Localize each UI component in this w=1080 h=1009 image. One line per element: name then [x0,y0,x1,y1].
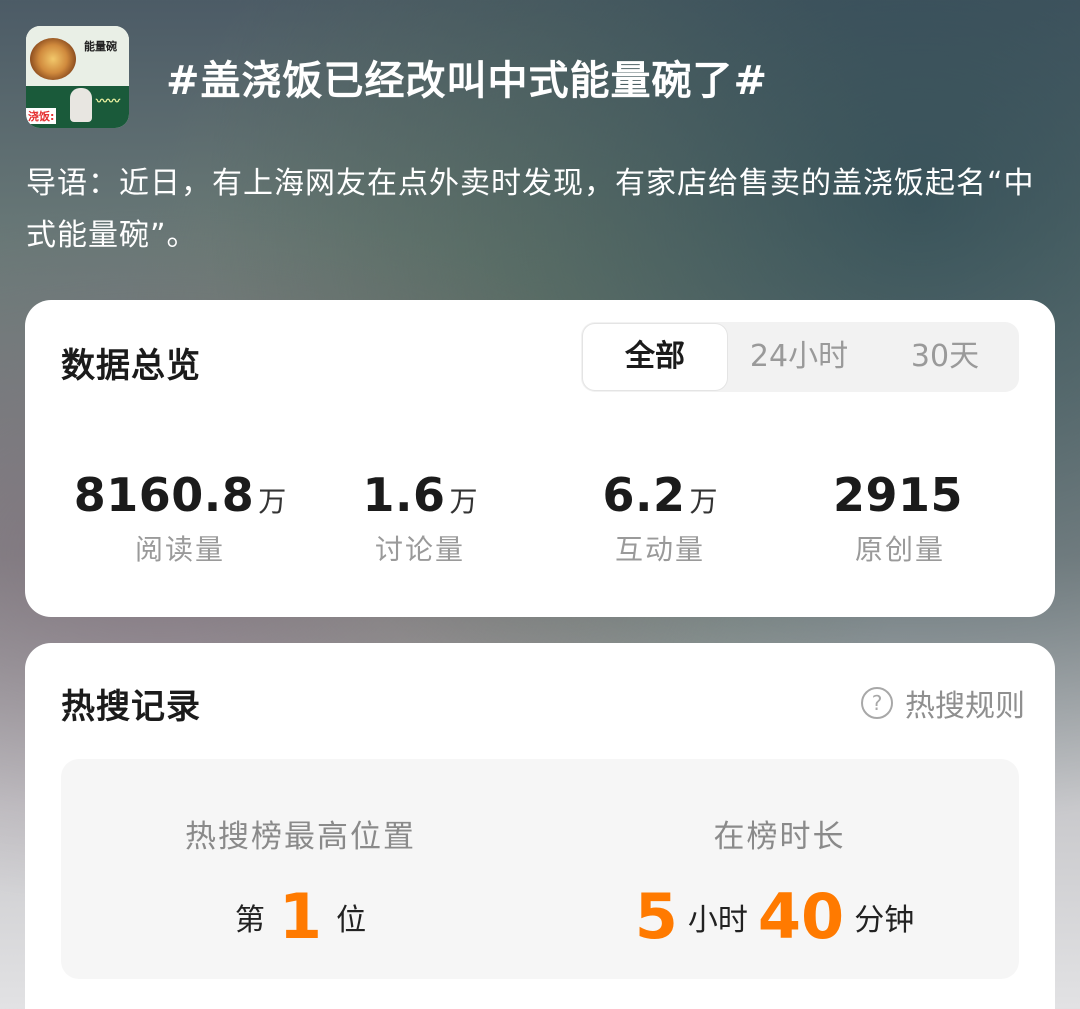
rice-bowl-image [30,38,76,80]
hot-search-record-panel: 热搜榜最高位置 第1位 在榜时长 5 小时 40 分钟 [61,759,1019,979]
thumbnail-red-text: 浇饭: [26,108,57,124]
tab-30d[interactable]: 30天 [871,322,1019,392]
time-on-list: 在榜时长 5 小时 40 分钟 [540,759,1019,953]
time-range-tabs: 全部 24小时 30天 [581,322,1019,392]
question-circle-icon: ? [861,687,893,719]
thumbnail-label: 能量碗 [84,40,117,53]
stat-value: 8160.8 [73,468,255,522]
duration-hours: 5 [634,880,678,953]
topic-intro: 导语：近日，有上海网友在点外卖时发现，有家店给售卖的盖浇饭起名“中式能量碗”。 [26,166,1035,253]
data-overview-card: 数据总览 全部 24小时 30天 8160.8 万 阅读量 1.6 万 讨论量 6.… [25,300,1055,617]
duration-minutes: 40 [757,880,845,953]
rules-label: 热搜规则 [905,689,1025,724]
cat-image [70,88,92,122]
tab-24h[interactable]: 24小时 [729,322,869,392]
stat-unit: 万 [689,485,718,518]
stat-label: 原创量 [854,533,945,566]
duration-label: 在榜时长 [713,819,846,855]
stat-label: 互动量 [614,533,705,566]
stat-unit: 万 [258,485,287,518]
hot-search-card: 热搜记录 ? 热搜规则 热搜榜最高位置 第1位 在榜时长 5 小时 40 分钟 [25,643,1055,1009]
stat-unit: 万 [449,485,478,518]
stat-value: 1.6 [362,468,446,522]
topic-title: #盖浇饭已经改叫中式能量碗了# [166,58,769,104]
stat-reads: 8160.8 万 阅读量 [60,468,300,568]
peak-label: 热搜榜最高位置 [185,819,416,855]
stat-value: 2915 [832,468,964,522]
hours-unit: 小时 [687,902,748,938]
peak-suffix: 位 [336,902,367,938]
peak-prefix: 第 [234,902,265,938]
thumbnail-scribble: 〰〰 [96,94,121,108]
stat-discussions: 1.6 万 讨论量 [300,468,540,568]
peak-position: 热搜榜最高位置 第1位 [61,759,540,953]
peak-value: 1 [278,880,323,953]
tab-all[interactable]: 全部 [583,324,727,390]
stat-interactions: 6.2 万 互动量 [540,468,780,568]
stat-originals: 2915 原创量 [780,468,1020,568]
topic-header: 能量碗 〰〰 浇饭: #盖浇饭已经改叫中式能量碗了# [26,26,1056,128]
overview-title: 数据总览 [61,346,201,386]
stat-value: 6.2 [602,468,686,522]
stat-label: 讨论量 [374,533,465,566]
topic-thumbnail[interactable]: 能量碗 〰〰 浇饭: [26,26,129,128]
hot-search-rules-link[interactable]: ? 热搜规则 [861,681,1025,725]
hot-search-title: 热搜记录 [61,687,201,727]
minutes-unit: 分钟 [854,902,915,938]
stat-label: 阅读量 [134,533,225,566]
